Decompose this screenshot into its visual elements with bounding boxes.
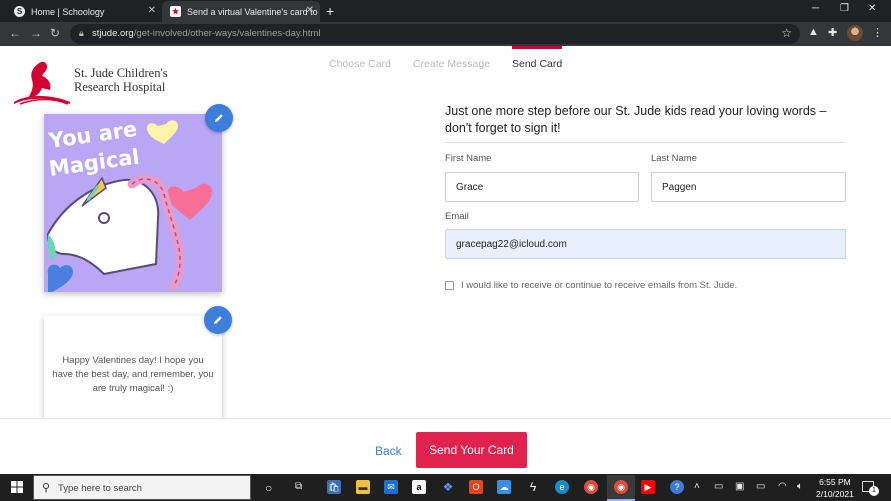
back-button[interactable]: Back	[375, 444, 402, 458]
stjude-logo[interactable]: St. Jude Children's Research Hospital	[12, 58, 172, 106]
wifi-icon[interactable]: ◠	[778, 481, 787, 492]
taskbar-clock[interactable]: 6:55 PM 2/10/2021	[816, 476, 854, 500]
battery-icon[interactable]: ▭	[756, 481, 765, 492]
taskbar-search-input[interactable]: ⚲ Type here to search	[33, 475, 251, 500]
pencil-icon	[214, 316, 222, 324]
help-icon[interactable]: ?	[670, 480, 684, 494]
last-name-label: Last Name	[651, 153, 697, 164]
logo-wordmark: St. Jude Children's Research Hospital	[74, 66, 168, 94]
tab-close-icon[interactable]: ✕	[148, 5, 156, 16]
card-message-text: Happy Valentines day! I hope you have th…	[52, 355, 214, 394]
screen-capture-icon[interactable]: ▣	[735, 481, 744, 492]
profile-avatar[interactable]	[847, 25, 863, 41]
tab-title: Send a virtual Valentine's card to	[187, 6, 318, 17]
edge-icon[interactable]: e	[555, 480, 569, 494]
browser-tab-bar: S Home | Schoology ✕ ★ Send a virtual Va…	[0, 0, 891, 22]
cloud-app-icon[interactable]: ☁	[497, 480, 511, 494]
puzzle-extension-icon[interactable]: ✚	[828, 26, 837, 39]
restore-icon[interactable]: ❐	[840, 3, 849, 14]
back-arrow-icon[interactable]: ←	[9, 26, 21, 40]
amazon-icon[interactable]: a	[412, 480, 426, 494]
window-close-icon[interactable]: ✕	[868, 3, 876, 14]
tab-close-icon[interactable]: ✕	[306, 5, 314, 16]
step-send-card[interactable]: Send Card	[512, 58, 562, 70]
stjude-statue-icon	[14, 61, 70, 105]
chrome-icon[interactable]: ◉	[584, 480, 598, 494]
edit-card-button[interactable]	[205, 104, 233, 132]
menu-kebab-icon[interactable]: ⋮	[872, 26, 883, 39]
bolt-app-icon[interactable]: ϟ	[526, 480, 540, 494]
active-step-indicator	[512, 46, 562, 49]
first-name-field[interactable]	[445, 172, 639, 202]
address-bar-row: ← → ↻ 🔒︎ stjude.org/get-involved/other-w…	[0, 22, 891, 46]
store-icon[interactable]: 🛍︎	[327, 480, 341, 494]
tab-schoology[interactable]: S Home | Schoology ✕	[6, 1, 162, 22]
volume-icon[interactable]: 🔈︎	[797, 481, 803, 492]
search-icon: ⚲	[42, 482, 51, 494]
email-label: Email	[445, 211, 469, 222]
card-image-preview: You are Magical	[44, 114, 222, 292]
meet-now-icon[interactable]: ▭	[714, 481, 723, 492]
notification-badge: 1	[869, 486, 879, 496]
form-headline: Just one more step before our St. Jude k…	[445, 104, 827, 135]
office-icon[interactable]: O	[469, 480, 483, 494]
step-choose-card[interactable]: Choose Card	[329, 58, 391, 70]
omnibox[interactable]: 🔒︎ stjude.org/get-involved/other-ways/va…	[70, 24, 800, 44]
email-optin-label[interactable]: I would like to receive or continue to r…	[461, 280, 737, 291]
last-name-field[interactable]	[651, 172, 846, 202]
tray-chevron-up-icon[interactable]: ˄	[694, 481, 700, 492]
lock-icon: 🔒︎	[79, 28, 84, 38]
file-explorer-icon[interactable]: ▬	[356, 480, 370, 494]
chrome-active-icon[interactable]: ◉	[614, 480, 628, 494]
divider	[445, 142, 846, 143]
search-placeholder: Type here to search	[58, 483, 142, 494]
email-field[interactable]	[445, 229, 846, 259]
tab-stjude[interactable]: ★ Send a virtual Valentine's card to ✕	[162, 1, 320, 22]
page-footer: Back Send Your Card	[0, 418, 891, 474]
url-text[interactable]: stjude.org/get-involved/other-ways/valen…	[92, 28, 320, 39]
minimize-icon[interactable]: ─	[812, 3, 819, 14]
unicorn-card-illustration: You are Magical	[44, 114, 222, 292]
forward-arrow-icon[interactable]: →	[30, 26, 42, 40]
tab-title: Home | Schoology	[31, 6, 105, 17]
schoology-favicon-icon: S	[14, 6, 25, 17]
pencil-icon	[215, 114, 223, 122]
mail-icon[interactable]: ✉	[384, 480, 398, 494]
cortana-icon[interactable]: ○	[265, 481, 272, 495]
page-content: St. Jude Children's Research Hospital Ch…	[0, 46, 891, 474]
drive-extension-icon[interactable]: ▲	[808, 26, 819, 38]
windows-start-icon[interactable]	[11, 481, 23, 493]
step-create-message[interactable]: Create Message	[413, 58, 490, 70]
send-card-button[interactable]: Send Your Card	[416, 432, 527, 468]
first-name-label: First Name	[445, 153, 492, 164]
email-optin-checkbox[interactable]	[445, 281, 454, 290]
windows-taskbar: ⚲ Type here to search ○ ⧉ 🛍︎ ▬ ✉ a ❖ O ☁…	[0, 474, 891, 501]
stjude-favicon-icon: ★	[170, 6, 181, 17]
new-tab-plus-icon[interactable]: +	[326, 3, 334, 19]
bookmark-star-icon[interactable]: ☆	[781, 26, 792, 40]
dropbox-icon[interactable]: ❖	[441, 480, 455, 494]
reload-icon[interactable]: ↻	[50, 26, 60, 40]
youtube-icon[interactable]: ▶	[641, 480, 655, 494]
task-view-icon[interactable]: ⧉	[295, 481, 302, 492]
edit-message-button[interactable]	[204, 306, 232, 334]
